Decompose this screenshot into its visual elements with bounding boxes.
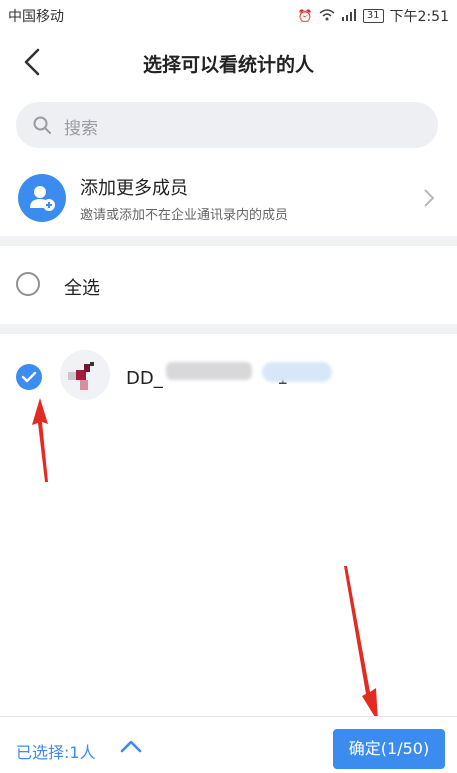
add-members-row[interactable]: 添加更多成员 邀请或添加不在企业通讯录内的成员 [0, 160, 457, 236]
search-placeholder: 搜索 [64, 119, 98, 139]
add-members-subtitle: 邀请或添加不在企业通讯录内的成员 [80, 208, 289, 223]
page-title: 选择可以看统计的人 [142, 54, 314, 76]
battery-icon: 31 [362, 9, 384, 23]
header: 选择可以看统计的人 [0, 30, 457, 94]
avatar [60, 350, 110, 400]
select-all-label: 全选 [64, 278, 100, 299]
chevron-up-icon[interactable] [120, 739, 142, 753]
section-divider [0, 324, 457, 334]
status-icons: ⏰ 31 下午2:51 [298, 6, 449, 26]
selected-count-label[interactable]: 已选择:1人 [16, 739, 96, 763]
redacted-name-blur [166, 362, 252, 380]
alarm-icon: ⏰ [297, 9, 313, 23]
redacted-name-blur [262, 362, 332, 382]
search-icon [33, 116, 51, 134]
select-all-row[interactable]: 全选 [0, 246, 457, 324]
section-divider [0, 236, 457, 246]
chevron-right-icon [424, 189, 435, 207]
annotation-arrow [344, 566, 378, 722]
search-input[interactable]: 搜索 [16, 102, 438, 148]
confirm-button[interactable]: 确定(1/50) [333, 729, 445, 769]
member-name-visible: DD_ [126, 368, 163, 389]
carrier-label: 中国移动 [8, 9, 64, 25]
status-bar: 中国移动 ⏰ 31 下午2:51 [0, 0, 457, 30]
wifi-icon [319, 8, 335, 24]
member-checkbox-checked[interactable] [16, 364, 42, 390]
bottom-bar: 已选择:1人 确定(1/50) [0, 716, 457, 773]
select-all-checkbox[interactable] [16, 272, 40, 296]
signal-icon [341, 8, 357, 24]
status-time: 下午2:51 [389, 9, 449, 25]
checkmark-icon [21, 371, 37, 383]
add-members-title: 添加更多成员 [80, 178, 188, 199]
add-member-icon [18, 174, 66, 222]
